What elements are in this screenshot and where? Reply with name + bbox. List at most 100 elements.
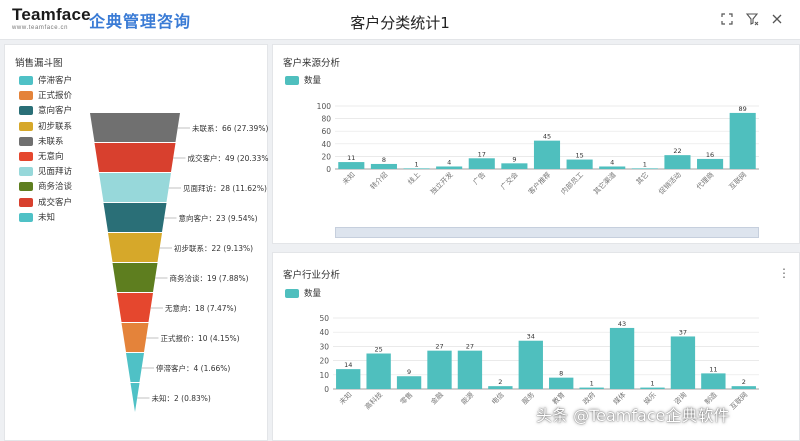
funnel-label: 正式报价：10 (4.15%) — [161, 333, 240, 343]
bar-value-label: 1 — [650, 380, 654, 388]
bar — [403, 168, 430, 169]
funnel-label: 成交客户：49 (20.33%) — [188, 153, 270, 163]
x-tick-label: 未知 — [340, 170, 356, 186]
funnel-label: 见面拜访：28 (11.62%) — [183, 183, 267, 193]
x-tick-label: 转介绍 — [368, 170, 389, 191]
funnel-segment — [130, 383, 140, 412]
bar — [549, 377, 574, 389]
company-logo: Teamface www.teamface.cn — [12, 6, 91, 32]
x-tick-label: 广交会 — [499, 170, 520, 191]
bar-value-label: 9 — [512, 155, 516, 163]
y-tick-label: 0 — [324, 385, 329, 394]
company-name: 企典管理咨询 — [89, 12, 192, 31]
x-tick-label: 其它 — [634, 170, 650, 186]
funnel-segment — [99, 173, 171, 202]
bar-value-label: 27 — [435, 343, 443, 351]
x-tick-label: 线上 — [406, 170, 422, 186]
customer-source-panel: 客户来源分析 数量 0 20 40 60 80 100 11 未知 8 转介绍 1 线上 4 独立开发 17… — [272, 44, 800, 244]
bar — [338, 162, 365, 169]
x-tick-label: 广告 — [471, 170, 487, 186]
funnel-segment — [90, 113, 180, 142]
bar-value-label: 45 — [543, 133, 551, 141]
bar — [457, 350, 483, 389]
x-tick-label: 代理商 — [694, 170, 715, 191]
y-tick-label: 20 — [319, 357, 329, 366]
source-zoom-slider[interactable] — [335, 227, 759, 238]
bar — [566, 159, 593, 169]
sales-funnel-panel: 销售漏斗图 停滞客户 正式报价 意向客户 初步联系 未联系 无意向 见面拜访 商务洽谈 成交客户… — [4, 44, 270, 441]
sales-funnel-chart: 未联系：66 (27.39%) 成交客户：49 (20.33%) 见面拜访：28 (… — [90, 113, 270, 412]
watermark-text: 头条 @Teamface企典软件 — [536, 406, 730, 425]
bar — [468, 158, 495, 169]
bar — [599, 166, 626, 169]
bar-value-label: 8 — [559, 370, 563, 378]
bar — [436, 166, 463, 169]
y-tick-label: 50 — [319, 314, 329, 323]
x-tick-label: 其它渠道 — [591, 170, 617, 196]
bar — [396, 376, 422, 389]
x-tick-label: 内部员工 — [559, 170, 585, 196]
bar-value-label: 8 — [382, 156, 386, 164]
bar — [370, 163, 397, 169]
funnel-segment — [103, 203, 167, 232]
logo-sub-text: www.teamface.cn — [12, 25, 69, 31]
bar-value-label: 25 — [375, 346, 383, 354]
bar-value-label: 15 — [575, 152, 583, 160]
filter-icon[interactable] — [745, 12, 759, 26]
bar-value-label: 16 — [706, 151, 714, 159]
top-bar: Teamface www.teamface.cn 企典管理咨询 客户分类统计1 — [0, 0, 800, 40]
x-tick-label: 独立开发 — [428, 170, 454, 196]
bar — [533, 140, 561, 169]
fullscreen-icon[interactable] — [720, 12, 734, 26]
bar — [729, 112, 756, 169]
bar — [640, 387, 665, 389]
funnel-label: 未知：2 (0.83%) — [152, 393, 211, 403]
bar-value-label: 9 — [407, 368, 411, 376]
y-tick-label: 60 — [321, 127, 331, 136]
bar-value-label: 11 — [347, 154, 355, 162]
x-tick-label: 互联网 — [727, 170, 748, 191]
close-icon[interactable] — [770, 12, 784, 26]
x-tick-label: 促销活动 — [657, 170, 683, 196]
bar-value-label: 34 — [527, 333, 535, 341]
x-tick-label: 高科技 — [363, 390, 384, 411]
y-tick-label: 20 — [321, 152, 331, 161]
bar — [518, 340, 543, 389]
bar-value-label: 37 — [679, 328, 687, 336]
y-tick-label: 80 — [321, 115, 331, 124]
y-tick-label: 0 — [326, 165, 331, 174]
bar — [701, 373, 726, 389]
bar-value-label: 2 — [742, 378, 746, 386]
bar — [488, 386, 513, 389]
x-tick-label: 互联网 — [728, 390, 749, 411]
bar — [670, 336, 696, 389]
bar-value-label: 4 — [447, 158, 451, 166]
funnel-label: 商务洽谈：19 (7.88%) — [170, 273, 249, 283]
y-tick-label: 10 — [319, 371, 329, 380]
funnel-label: 意向客户：23 (9.54%) — [179, 213, 258, 223]
bar-value-label: 11 — [709, 365, 717, 373]
bar-value-label: 22 — [673, 147, 681, 155]
funnel-label: 未联系：66 (27.39%) — [192, 123, 268, 133]
funnel-label: 初步联系：22 (9.13%) — [174, 243, 253, 253]
x-tick-label: 金融 — [429, 390, 445, 406]
bar — [501, 163, 528, 169]
bar — [731, 386, 756, 389]
bar-value-label: 1 — [590, 380, 594, 388]
x-tick-label: 客户推荐 — [526, 170, 552, 196]
y-tick-label: 40 — [319, 328, 329, 337]
x-tick-label: 电信 — [490, 390, 506, 406]
bar-value-label: 14 — [344, 361, 352, 369]
bar-value-label: 1 — [414, 160, 418, 168]
bar-value-label: 17 — [478, 150, 486, 158]
x-tick-label: 能源 — [459, 390, 475, 406]
funnel-segment — [117, 293, 153, 322]
bar-value-label: 43 — [618, 320, 626, 328]
bar — [427, 350, 452, 389]
funnel-segment — [108, 233, 162, 262]
bar — [579, 387, 604, 389]
x-tick-label: 未知 — [337, 390, 353, 406]
x-tick-label: 服务 — [520, 390, 536, 406]
more-options-icon[interactable]: ⋮ — [778, 266, 790, 280]
bar-value-label: 2 — [498, 378, 502, 386]
